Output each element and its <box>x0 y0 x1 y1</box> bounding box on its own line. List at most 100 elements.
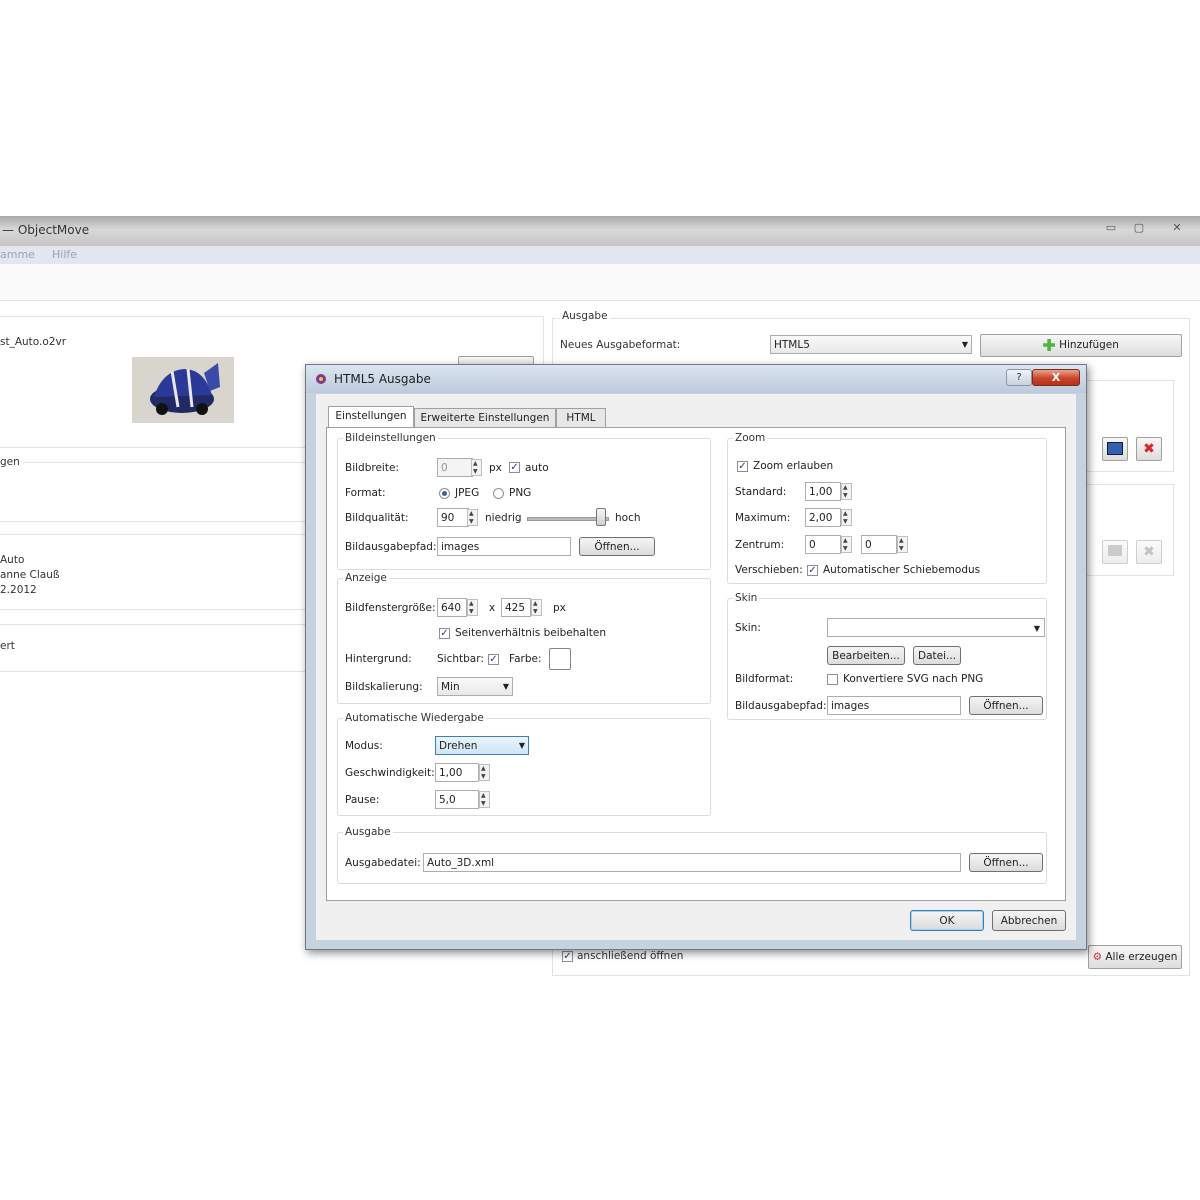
bildfenster-width-spinner[interactable]: ▲ ▼ <box>467 599 478 616</box>
ausgabe-open-button[interactable]: Öffnen... <box>969 853 1043 872</box>
preview-button-1[interactable] <box>1102 437 1128 461</box>
zoom-standard-label: Standard: <box>735 486 787 498</box>
modus-select[interactable]: Drehen ▼ <box>435 736 529 755</box>
geschwindigkeit-input[interactable]: 1,00 <box>435 763 479 782</box>
preview-button-2[interactable] <box>1102 540 1128 564</box>
bildfenster-unit: px <box>553 602 566 614</box>
output-format-select[interactable]: HTML5 ▼ <box>770 335 972 354</box>
png-label: PNG <box>509 487 532 499</box>
group-auto-playback-title: Automatische Wiedergabe <box>343 712 486 724</box>
tab-page-einstellungen: Bildeinstellungen Bildbreite: 0 ▲ ▼ px ✓ … <box>326 427 1066 901</box>
tab-erweiterte-einstellungen[interactable]: Erweiterte Einstellungen <box>414 408 556 427</box>
geschwindigkeit-spinner[interactable]: ▲ ▼ <box>479 764 490 781</box>
group-zoom-title: Zoom <box>733 432 768 444</box>
skin-path-input[interactable]: images <box>827 696 961 715</box>
auto-move-checkbox[interactable]: ✓ <box>807 565 818 576</box>
delete-button-1[interactable]: ✖ <box>1136 437 1162 461</box>
bildausgabepfad-label: Bildausgabepfad: <box>345 541 437 553</box>
zoom-maximum-label: Maximum: <box>735 512 791 524</box>
bild-open-button[interactable]: Öffnen... <box>579 537 655 556</box>
bildbreite-label: Bildbreite: <box>345 462 399 474</box>
project-file-name: st_Auto.o2vr <box>0 336 67 348</box>
png-radio[interactable] <box>493 488 504 499</box>
pause-input[interactable]: 5,0 <box>435 790 479 809</box>
ok-button[interactable]: OK <box>910 910 984 931</box>
dialog-client: Einstellungen Erweiterte Einstellungen H… <box>316 394 1076 940</box>
skin-file-button[interactable]: Datei... <box>913 646 961 665</box>
bildqualitaet-spinner[interactable]: ▲ ▼ <box>467 509 478 526</box>
skin-edit-button[interactable]: Bearbeiten... <box>827 646 905 665</box>
zoom-standard-spinner[interactable]: ▲ ▼ <box>841 483 852 500</box>
zoom-maximum-input[interactable]: 2,00 <box>805 508 841 527</box>
geschwindigkeit-label: Geschwindigkeit: <box>345 767 435 779</box>
menu-hilfe[interactable]: Hilfe <box>52 248 77 261</box>
delete-button-2[interactable]: ✖ <box>1136 540 1162 564</box>
tab-einstellungen[interactable]: Einstellungen <box>328 406 414 427</box>
ausgabedatei-input[interactable]: Auto_3D.xml <box>423 853 961 872</box>
quality-high-label: hoch <box>615 512 641 524</box>
quality-slider-handle[interactable] <box>595 508 606 526</box>
zoom-center-y-spinner[interactable]: ▲ ▼ <box>897 536 908 553</box>
bildausgabepfad-input[interactable]: images <box>437 537 571 556</box>
skin-select[interactable]: ▼ <box>827 618 1045 637</box>
group-anzeige-title: Anzeige <box>343 572 389 584</box>
bildskalierung-label: Bildskalierung: <box>345 681 423 693</box>
bildfenster-height-input[interactable]: 425 <box>501 598 531 617</box>
monitor-icon <box>1107 442 1123 455</box>
zoom-allow-checkbox[interactable]: ✓ <box>737 461 748 472</box>
verschieben-label: Verschieben: <box>735 564 803 576</box>
minimize-button[interactable]: ▭ <box>1100 220 1122 236</box>
skin-bildformat-label: Bildformat: <box>735 673 794 685</box>
auto-move-label: Automatischer Schiebemodus <box>823 564 981 576</box>
zoom-center-y-input[interactable]: 0 <box>861 535 897 554</box>
zoom-standard-input[interactable]: 1,00 <box>805 482 841 501</box>
bildfenster-width-input[interactable]: 640 <box>437 598 467 617</box>
gear-icon: ⚙ <box>1092 951 1103 963</box>
auto-checkbox[interactable]: ✓ <box>509 462 520 473</box>
menu-programme[interactable]: amme <box>0 248 35 261</box>
group-skin-title: Skin <box>733 592 760 604</box>
zoom-center-x-input[interactable]: 0 <box>805 535 841 554</box>
bildbreite-unit: px <box>489 462 502 474</box>
maximize-button[interactable]: ▢ <box>1128 220 1150 236</box>
toolbar <box>0 264 1200 301</box>
bildskalierung-select[interactable]: Min ▼ <box>437 677 513 696</box>
skin-open-button[interactable]: Öffnen... <box>969 696 1043 715</box>
dialog-close-button[interactable]: X <box>1032 369 1080 386</box>
convert-svg-checkbox[interactable] <box>827 674 838 685</box>
add-format-button[interactable]: Hinzufügen <box>980 334 1182 357</box>
info-line-1: Auto <box>0 554 25 566</box>
app-titlebar: — ObjectMove ▭ ▢ ✕ <box>0 216 1200 246</box>
open-after-label: anschließend öffnen <box>577 950 684 962</box>
skin-label: Skin: <box>735 622 761 634</box>
jpeg-radio[interactable] <box>439 488 450 499</box>
background-color-picker[interactable] <box>549 648 571 670</box>
app-title: — ObjectMove <box>2 223 90 237</box>
zoom-maximum-spinner[interactable]: ▲ ▼ <box>841 509 852 526</box>
tab-html[interactable]: HTML <box>556 408 606 427</box>
help-button[interactable]: ? <box>1006 369 1032 386</box>
cancel-button[interactable]: Abbrechen <box>992 910 1066 931</box>
create-all-button[interactable]: ⚙ Alle erzeugen <box>1088 945 1182 969</box>
dialog-titlebar: HTML5 Ausgabe ? X <box>306 365 1086 393</box>
bildbreite-spinner[interactable]: ▲ ▼ <box>471 459 482 476</box>
hintergrund-label: Hintergrund: <box>345 653 412 665</box>
zoom-center-x-spinner[interactable]: ▲ ▼ <box>841 536 852 553</box>
sichtbar-checkbox[interactable]: ✓ <box>488 654 499 665</box>
car-thumbnail <box>132 357 234 423</box>
skin-path-label: Bildausgabepfad: <box>735 700 827 712</box>
pause-spinner[interactable]: ▲ ▼ <box>479 791 490 808</box>
add-icon <box>1043 339 1056 351</box>
keep-ratio-checkbox[interactable]: ✓ <box>439 628 450 639</box>
add-format-label: Hinzufügen <box>1059 339 1119 351</box>
bildfenster-height-spinner[interactable]: ▲ ▼ <box>531 599 542 616</box>
bildbreite-input[interactable]: 0 <box>437 458 473 477</box>
bildfenstergroesse-label: Bildfenstergröße: <box>345 602 436 614</box>
settings-panel-label: gen <box>0 456 23 468</box>
create-all-label: Alle erzeugen <box>1105 951 1178 963</box>
bildqualitaet-input[interactable]: 90 <box>437 508 469 527</box>
close-button[interactable]: ✕ <box>1166 220 1188 236</box>
open-after-checkbox[interactable]: ✓ <box>562 951 573 962</box>
farbe-label: Farbe: <box>509 653 542 665</box>
info-line-2: anne Clauß <box>0 569 60 581</box>
